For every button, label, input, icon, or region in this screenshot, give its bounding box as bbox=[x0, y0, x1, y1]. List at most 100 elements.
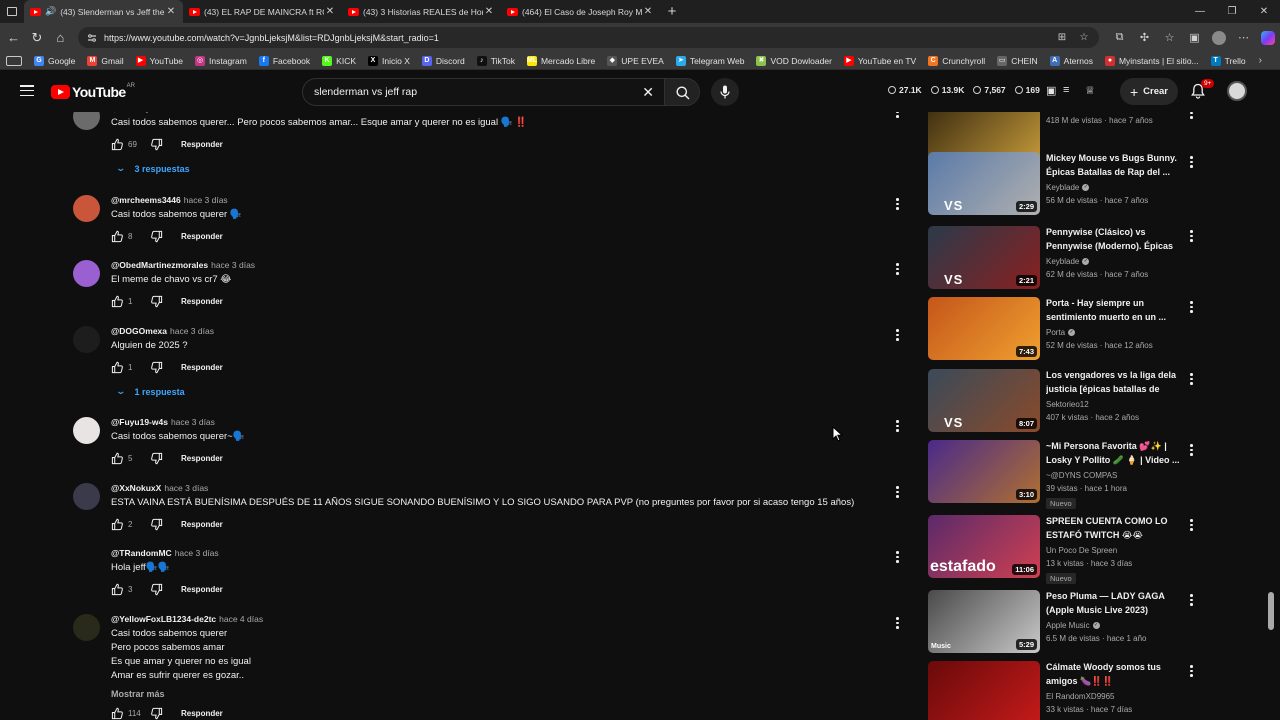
comment-time[interactable]: hace 3 días bbox=[170, 326, 214, 336]
comment-avatar[interactable] bbox=[73, 326, 100, 353]
voice-search-button[interactable] bbox=[711, 78, 739, 106]
channel-name[interactable]: Un Poco De Spreen bbox=[1046, 546, 1181, 555]
comment-menu-icon[interactable] bbox=[896, 420, 902, 434]
related-video[interactable]: 3:10 ~Mi Persona Favorita 💕✨ | Losky Y Po… bbox=[928, 440, 1198, 509]
channel-name[interactable]: Apple Music ✓ bbox=[1046, 621, 1181, 630]
video-thumbnail[interactable]: estafado 11:06 bbox=[928, 515, 1040, 578]
channel-name[interactable]: Keyblade ✓ bbox=[1046, 183, 1181, 192]
reply-button[interactable]: Responder bbox=[181, 232, 223, 241]
dislike-icon[interactable] bbox=[150, 518, 163, 531]
extensions-puzzle-icon[interactable]: ⧉ bbox=[1107, 31, 1132, 44]
comment-author[interactable]: @TRandomMC bbox=[111, 548, 172, 558]
bookmark-item[interactable]: A Aternos bbox=[1049, 55, 1093, 66]
speaker-icon[interactable]: 🔊 bbox=[45, 6, 56, 17]
video-menu-icon[interactable] bbox=[1190, 112, 1194, 121]
browser-tab[interactable]: (43) EL RAP DE MAINCRA ft ROBLEIS✕ bbox=[183, 0, 342, 23]
related-video[interactable]: 7:43 Porta - Hay siempre un sentimiento m… bbox=[928, 297, 1198, 363]
video-title[interactable]: ~Mi Persona Favorita 💕✨ | Losky Y Pollit… bbox=[1046, 440, 1181, 467]
related-video[interactable]: VS 2:29 Mickey Mouse vs Bugs Bunny. Épicas… bbox=[928, 152, 1198, 218]
video-thumbnail[interactable] bbox=[928, 661, 1040, 720]
apps-icon[interactable] bbox=[6, 55, 22, 66]
comment-time[interactable]: hace 3 días bbox=[164, 483, 208, 493]
comment-avatar[interactable] bbox=[73, 548, 100, 575]
video-title[interactable]: Cálmate Woody somos tus amigos 🍆‼️‼️ bbox=[1046, 661, 1181, 688]
reply-button[interactable]: Responder bbox=[181, 520, 223, 529]
comment-avatar[interactable] bbox=[73, 614, 100, 641]
comment-time[interactable]: hace 3 días bbox=[171, 417, 215, 427]
video-title[interactable]: Porta - Hay siempre un sentimiento muert… bbox=[1046, 297, 1181, 324]
bookmark-item[interactable]: T Trello bbox=[1210, 55, 1246, 66]
show-more-button[interactable]: Mostrar más bbox=[111, 689, 891, 699]
copilot-icon[interactable] bbox=[1261, 30, 1275, 45]
maximize-button[interactable]: ❐ bbox=[1216, 0, 1248, 23]
video-title[interactable]: Pennywise (Clásico) vs Pennywise (Modern… bbox=[1046, 226, 1181, 253]
video-menu-icon[interactable] bbox=[1190, 444, 1194, 458]
video-thumbnail[interactable]: VS 2:21 bbox=[928, 226, 1040, 289]
like-icon[interactable] bbox=[111, 361, 124, 374]
trophy-extension-icon[interactable]: ♕ bbox=[1085, 84, 1095, 97]
channel-name[interactable]: Keyblade ✓ bbox=[1046, 257, 1181, 266]
url-text[interactable]: https://www.youtube.com/watch?v=JgnbLjek… bbox=[104, 33, 1047, 43]
comment-author[interactable]: @ObedMartinezmorales bbox=[111, 260, 208, 270]
dislike-icon[interactable] bbox=[150, 707, 163, 720]
page-scrollbar[interactable] bbox=[1268, 592, 1274, 630]
search-button[interactable] bbox=[664, 78, 700, 106]
comment-avatar[interactable] bbox=[73, 112, 100, 130]
comment-avatar[interactable] bbox=[73, 483, 100, 510]
comment-time[interactable]: hace 3 días bbox=[211, 260, 255, 270]
browser-tab[interactable]: (43) 3 Historias REALES de Horror ✕ bbox=[342, 0, 501, 23]
related-video[interactable]: Cálmate Woody somos tus amigos 🍆‼️‼️ El R… bbox=[928, 661, 1198, 720]
channel-name[interactable]: Porta ✓ bbox=[1046, 328, 1181, 337]
bookmark-item[interactable]: ▶ YouTube en TV bbox=[843, 55, 916, 66]
comment-menu-icon[interactable] bbox=[896, 617, 902, 631]
video-menu-icon[interactable] bbox=[1190, 230, 1194, 244]
video-thumbnail[interactable]: VS 2:29 bbox=[928, 152, 1040, 215]
home-button[interactable]: ⌂ bbox=[49, 30, 72, 45]
like-icon[interactable] bbox=[111, 583, 124, 596]
bookmark-item[interactable]: ◆ UPE EVEA bbox=[607, 55, 664, 66]
notifications-button[interactable]: 9+ bbox=[1191, 79, 1215, 104]
favorites-icon[interactable]: ☆ bbox=[1157, 31, 1182, 44]
view-replies-button[interactable]: ⌄ 3 respuestas bbox=[111, 163, 891, 174]
video-thumbnail[interactable]: 3:10 bbox=[928, 440, 1040, 503]
browser-menu-icon[interactable]: ⋯ bbox=[1231, 31, 1256, 44]
video-thumbnail[interactable]: Music 5:29 bbox=[928, 590, 1040, 653]
reply-button[interactable]: Responder bbox=[181, 363, 223, 372]
view-replies-button[interactable]: ⌄ 1 respuesta bbox=[111, 386, 891, 397]
browser-tab[interactable]: 🔊 (43) Slenderman vs Jeff the Killer✕ bbox=[24, 0, 183, 23]
comment-time[interactable]: hace 4 días bbox=[219, 614, 263, 624]
reply-button[interactable]: Responder bbox=[181, 297, 223, 306]
bookmark-item[interactable]: D Discord bbox=[421, 55, 465, 66]
reply-button[interactable]: Responder bbox=[181, 709, 223, 718]
dislike-icon[interactable] bbox=[150, 452, 163, 465]
video-title[interactable]: Los vengadores vs la liga dela justicia … bbox=[1046, 369, 1181, 396]
bookmark-item[interactable]: f Facebook bbox=[258, 55, 310, 66]
comment-author[interactable]: @Fuyu19-w4s bbox=[111, 417, 168, 427]
new-tab-button[interactable]: + bbox=[660, 3, 684, 20]
minimize-button[interactable]: — bbox=[1184, 0, 1216, 23]
collections-icon[interactable]: ▣ bbox=[1182, 31, 1207, 44]
bookmark-item[interactable]: ♪ TikTok bbox=[476, 55, 515, 66]
search-query[interactable]: slenderman vs jeff rap bbox=[314, 86, 417, 98]
comment-author[interactable]: @ibelaaiys bbox=[111, 112, 155, 113]
guide-menu-icon[interactable] bbox=[20, 85, 34, 97]
site-info-icon[interactable] bbox=[86, 32, 98, 44]
like-icon[interactable] bbox=[111, 230, 124, 243]
reload-button[interactable]: ↻ bbox=[25, 30, 48, 46]
youtube-logo[interactable]: YouTube AR bbox=[51, 83, 135, 100]
related-video[interactable]: VS 2:21 Pennywise (Clásico) vs Pennywise (… bbox=[928, 226, 1198, 292]
channel-name[interactable]: Sektorieo12 bbox=[1046, 400, 1181, 409]
comment-menu-icon[interactable] bbox=[896, 486, 902, 500]
comment-time[interactable]: hace 3 días bbox=[184, 195, 228, 205]
close-tab-icon[interactable]: ✕ bbox=[642, 6, 654, 17]
comment-author[interactable]: @XxNokuxX bbox=[111, 483, 161, 493]
dislike-icon[interactable] bbox=[150, 583, 163, 596]
app-install-icon[interactable]: ⊞ bbox=[1055, 31, 1069, 45]
close-tab-icon[interactable]: ✕ bbox=[324, 6, 336, 17]
like-icon[interactable] bbox=[111, 707, 124, 720]
browser-tab[interactable]: (464) El Caso de Joseph Roy Metheny✕ bbox=[501, 0, 660, 23]
profile-avatar[interactable] bbox=[1212, 30, 1226, 45]
video-menu-icon[interactable] bbox=[1190, 156, 1194, 170]
comment-menu-icon[interactable] bbox=[896, 198, 902, 212]
comment-author[interactable]: @mrcheems3446 bbox=[111, 195, 181, 205]
